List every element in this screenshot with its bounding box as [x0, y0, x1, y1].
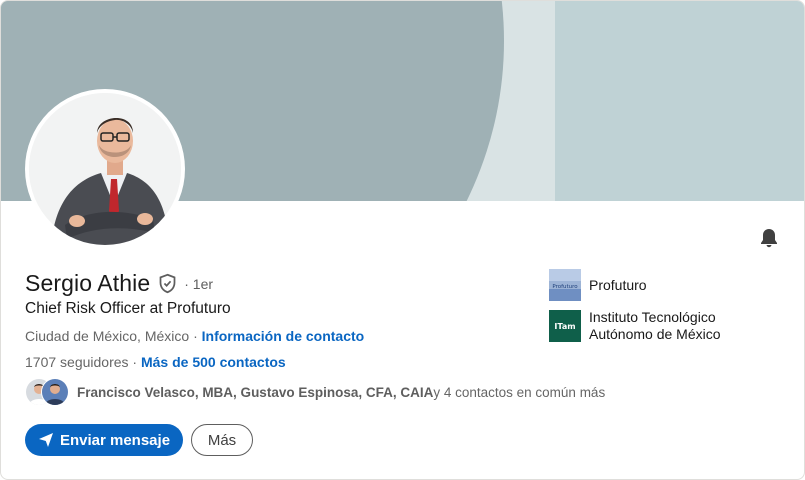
send-message-label: Enviar mensaje — [59, 431, 171, 449]
school-name-line2: Autónomo de México — [589, 326, 721, 342]
name-row: Sergio Athie · 1er — [25, 270, 213, 297]
location-row: Ciudad de México, México · Información d… — [25, 328, 364, 344]
itam-logo: ITam — [549, 310, 581, 342]
profile-name: Sergio Athie — [25, 270, 151, 296]
mutual-avatar — [41, 378, 69, 406]
followers-row: 1707 seguidores · Más de 500 contactos — [25, 354, 286, 370]
company-name: Profuturo — [589, 276, 647, 293]
mutual-avatars — [25, 378, 71, 406]
profuturo-logo: Profuturo — [549, 269, 581, 301]
school-name: Instituto Tecnológico Autónomo de México — [589, 309, 721, 343]
svg-text:Profuturo: Profuturo — [552, 284, 578, 290]
school-name-line1: Instituto Tecnológico — [589, 309, 716, 325]
verified-shield-icon[interactable] — [157, 273, 178, 294]
send-icon — [38, 433, 53, 447]
profile-photo-image — [29, 93, 181, 245]
more-label: Más — [207, 431, 237, 449]
mutual-names: Francisco Velasco, MBA, Gustavo Espinosa… — [77, 384, 434, 400]
profile-headline: Chief Risk Officer at Profuturo — [25, 300, 231, 317]
location-text: Ciudad de México, México — [25, 328, 190, 344]
more-button[interactable]: Más — [191, 424, 253, 456]
send-message-button[interactable]: Enviar mensaje — [25, 424, 183, 456]
location-separator: · — [193, 328, 198, 344]
mutual-connections[interactable]: Francisco Velasco, MBA, Gustavo Espinosa… — [25, 377, 605, 407]
education-school[interactable]: ITam Instituto Tecnológico Autónomo de M… — [549, 309, 721, 343]
current-company[interactable]: Profuturo Profuturo — [549, 269, 647, 301]
profile-card: Sergio Athie · 1er Chief Risk Officer at… — [0, 0, 805, 480]
connection-degree: · 1er — [184, 275, 214, 292]
connections-link[interactable]: Más de 500 contactos — [141, 354, 286, 370]
followers-count: 1707 seguidores — [25, 354, 129, 370]
mutual-suffix: y 4 contactos en común más — [433, 384, 606, 400]
contact-info-link[interactable]: Información de contacto — [202, 328, 365, 344]
svg-text:ITam: ITam — [554, 322, 575, 331]
followers-separator: · — [132, 354, 138, 370]
bell-icon[interactable] — [757, 226, 781, 250]
profile-photo[interactable] — [25, 89, 185, 249]
